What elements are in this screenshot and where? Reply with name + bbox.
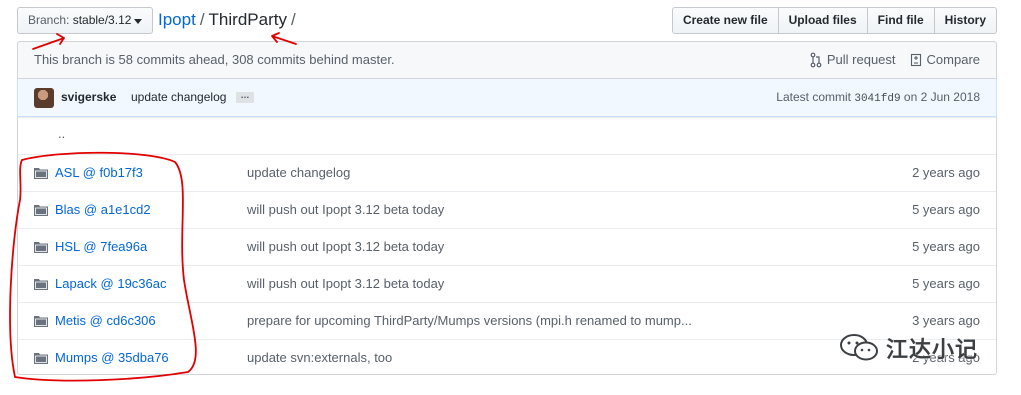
watermark-text: 江达小记 bbox=[886, 337, 979, 362]
compare-label: Compare bbox=[926, 52, 980, 67]
file-name-link[interactable]: Blas @ a1e1cd2 bbox=[55, 192, 151, 228]
file-age: 5 years ago bbox=[912, 276, 980, 291]
avatar[interactable] bbox=[34, 88, 54, 108]
table-row: Lapack @ 19c36ac will push out Ipopt 3.1… bbox=[18, 265, 996, 302]
branch-info-bar: This branch is 58 commits ahead, 308 com… bbox=[17, 41, 997, 79]
compare-link[interactable]: Compare bbox=[910, 42, 980, 78]
file-commit-message[interactable]: update svn:externals, too bbox=[247, 340, 747, 376]
file-commit-message[interactable]: prepare for upcoming ThirdParty/Mumps ve… bbox=[247, 303, 747, 339]
latest-commit-info: Latest commit 3041fd9 on 2 Jun 2018 bbox=[776, 79, 980, 118]
latest-commit-label: Latest commit bbox=[776, 90, 851, 104]
breadcrumb-repo-link[interactable]: Ipopt bbox=[158, 10, 196, 29]
submodule-folder-icon bbox=[34, 316, 48, 327]
pull-request-label: Pull request bbox=[826, 52, 896, 67]
file-navigation: Create new file Upload files Find file H… bbox=[671, 7, 997, 34]
create-new-file-button[interactable]: Create new file bbox=[671, 7, 779, 34]
find-file-button[interactable]: Find file bbox=[866, 7, 935, 34]
branch-select-button[interactable]: Branch: stable/3.12 bbox=[17, 7, 153, 34]
breadcrumb: Ipopt / ThirdParty / bbox=[158, 9, 300, 31]
pull-request-icon bbox=[810, 52, 822, 68]
submodule-folder-icon bbox=[34, 353, 48, 364]
history-button[interactable]: History bbox=[933, 7, 997, 34]
file-age: 5 years ago bbox=[912, 202, 980, 217]
commit-expand-button[interactable]: … bbox=[236, 91, 254, 103]
file-commit-message[interactable]: will push out Ipopt 3.12 beta today bbox=[247, 266, 747, 302]
branch-actions: Pull request Compare bbox=[796, 42, 980, 78]
branch-label: Branch: bbox=[28, 13, 70, 27]
file-age: 5 years ago bbox=[912, 239, 980, 254]
commit-date-prefix: on bbox=[903, 90, 918, 104]
table-row: HSL @ 7fea96a will push out Ipopt 3.12 b… bbox=[18, 228, 996, 265]
repo-topbar: Branch: stable/3.12 Ipopt / ThirdParty / Cr… bbox=[17, 7, 997, 35]
file-name-link[interactable]: Metis @ cd6c306 bbox=[55, 303, 156, 339]
parent-directory-row[interactable]: .. bbox=[18, 117, 996, 154]
file-name-link[interactable]: Mumps @ 35dba76 bbox=[55, 340, 169, 376]
breadcrumb-trailing-separator: / bbox=[290, 10, 296, 29]
compare-icon bbox=[910, 53, 921, 67]
commit-date: 2 Jun 2018 bbox=[920, 90, 980, 104]
commit-sha-link[interactable]: 3041fd9 bbox=[854, 93, 900, 105]
file-commit-message[interactable]: update changelog bbox=[247, 155, 747, 191]
wechat-logo-icon bbox=[840, 334, 878, 361]
branch-name: stable/3.12 bbox=[72, 13, 132, 27]
submodule-folder-icon bbox=[34, 205, 48, 216]
parent-directory-link[interactable]: .. bbox=[58, 126, 65, 141]
submodule-folder-icon bbox=[34, 168, 48, 179]
file-commit-message[interactable]: will push out Ipopt 3.12 beta today bbox=[247, 192, 747, 228]
file-age: 2 years ago bbox=[912, 165, 980, 180]
breadcrumb-separator: / bbox=[199, 10, 205, 29]
file-name-link[interactable]: ASL @ f0b17f3 bbox=[55, 155, 143, 191]
table-row: Blas @ a1e1cd2 will push out Ipopt 3.12 … bbox=[18, 191, 996, 228]
watermark: 江达小记 bbox=[840, 332, 978, 364]
pull-request-link[interactable]: Pull request bbox=[810, 42, 896, 78]
table-row: ASL @ f0b17f3 update changelog 2 years a… bbox=[18, 154, 996, 191]
file-name-link[interactable]: HSL @ 7fea96a bbox=[55, 229, 147, 265]
chevron-down-icon bbox=[134, 19, 142, 24]
breadcrumb-current: ThirdParty bbox=[208, 10, 287, 29]
commit-author-link[interactable]: svigerske bbox=[61, 79, 116, 116]
upload-files-button[interactable]: Upload files bbox=[777, 7, 868, 34]
branch-status-text: This branch is 58 commits ahead, 308 com… bbox=[34, 52, 395, 67]
file-name-link[interactable]: Lapack @ 19c36ac bbox=[55, 266, 167, 302]
file-commit-message[interactable]: will push out Ipopt 3.12 beta today bbox=[247, 229, 747, 265]
commit-message-link[interactable]: update changelog bbox=[131, 79, 226, 116]
submodule-folder-icon bbox=[34, 279, 48, 290]
commit-tease: svigerske update changelog … Latest comm… bbox=[17, 79, 997, 117]
submodule-folder-icon bbox=[34, 242, 48, 253]
